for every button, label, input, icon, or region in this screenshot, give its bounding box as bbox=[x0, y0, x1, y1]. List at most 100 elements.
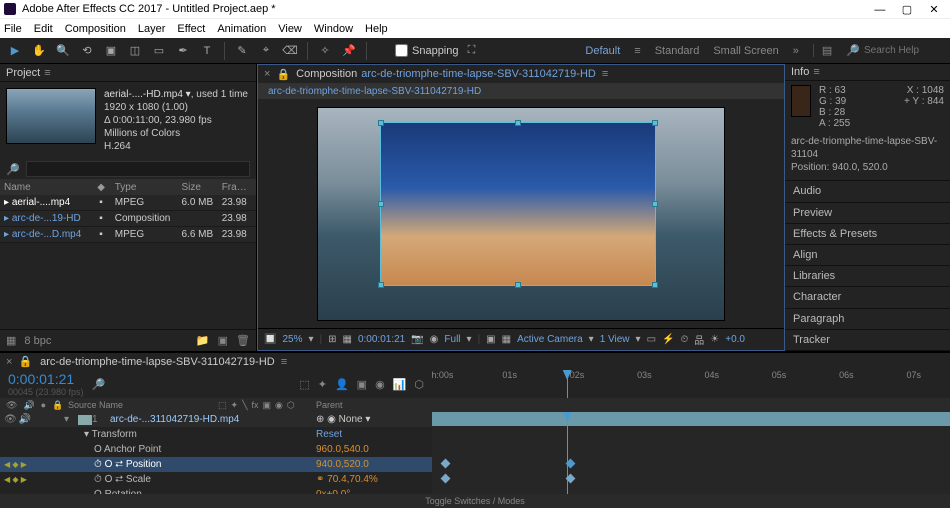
search-help-input[interactable] bbox=[864, 45, 944, 56]
pixel-aspect-icon[interactable]: ▭ bbox=[647, 334, 656, 345]
hand-tool[interactable]: ✋ bbox=[30, 42, 48, 60]
roi-icon[interactable]: ▣ bbox=[486, 334, 495, 345]
col-tag[interactable]: ◆ bbox=[91, 182, 110, 193]
clone-tool[interactable]: ⌖ bbox=[257, 42, 275, 60]
panel-audio[interactable]: Audio bbox=[785, 181, 950, 202]
menu-file[interactable]: File bbox=[4, 23, 22, 35]
panel-paragraph[interactable]: Paragraph bbox=[785, 309, 950, 330]
selected-layer[interactable] bbox=[380, 122, 656, 286]
camera-dropdown[interactable]: Active Camera bbox=[517, 334, 583, 345]
workspace-small[interactable]: Small Screen bbox=[713, 45, 778, 57]
selection-tool[interactable]: ▶ bbox=[6, 42, 24, 60]
close-button[interactable]: ✕ bbox=[922, 3, 946, 16]
lock-icon[interactable]: 🔒 bbox=[276, 68, 290, 81]
scale-row[interactable]: ◀ ◆ ▶⏱ Ŏ ⮂ Scale⚭ 70.4,70.4% bbox=[0, 472, 432, 487]
exposure-value[interactable]: +0.0 bbox=[725, 334, 745, 345]
comp-mini-flowchart-icon[interactable]: ⬚ bbox=[299, 378, 309, 391]
snap-opts-icon[interactable]: ⛶ bbox=[463, 42, 481, 60]
puppet-tool[interactable]: 📌 bbox=[340, 42, 358, 60]
col-frame[interactable]: Frame... bbox=[218, 182, 256, 193]
draft3d-icon[interactable]: ✦ bbox=[318, 378, 327, 391]
project-row[interactable]: ▸ arc-de-...D.mp4▪MPEG6.6 MB23.98 bbox=[0, 227, 256, 243]
project-row[interactable]: ▸ aerial-....mp4▪MPEG6.0 MB23.98 bbox=[0, 195, 256, 211]
flowchart-icon[interactable]: 品 bbox=[694, 332, 704, 347]
col-name[interactable]: Name bbox=[0, 182, 91, 193]
project-search-input[interactable] bbox=[26, 161, 250, 177]
timecode[interactable]: 0:00:01:21 bbox=[8, 371, 84, 387]
resolution-dropdown[interactable]: Full bbox=[444, 334, 460, 345]
keyframe[interactable] bbox=[441, 474, 451, 484]
close-tab-icon[interactable]: × bbox=[264, 68, 270, 80]
time-ruler[interactable]: h:00s 01s 02s 03s 04s 05s 06s 07s bbox=[432, 370, 950, 398]
col-size[interactable]: Size bbox=[177, 182, 217, 193]
search-icon[interactable]: 🔎 bbox=[92, 378, 106, 391]
composition-viewer[interactable] bbox=[258, 99, 784, 328]
timeline-track-area[interactable] bbox=[432, 412, 950, 494]
comp-tab-name[interactable]: arc-de-triomphe-time-lapse-SBV-311042719… bbox=[361, 68, 596, 80]
reset-exposure-icon[interactable]: ☀ bbox=[710, 334, 719, 345]
maximize-button[interactable]: ▢ bbox=[895, 3, 919, 16]
panel-libraries[interactable]: Libraries bbox=[785, 266, 950, 287]
lock-icon[interactable]: 🔒 bbox=[18, 355, 32, 368]
position-row[interactable]: ◀ ◆ ▶⏱ Ŏ ⮂ Position940.0,520.0 bbox=[0, 457, 432, 472]
brush-tool[interactable]: ✎ bbox=[233, 42, 251, 60]
workspace-standard[interactable]: Standard bbox=[655, 45, 700, 57]
col-type[interactable]: Type bbox=[111, 182, 178, 193]
frame-blend-icon[interactable]: ▣ bbox=[357, 378, 367, 391]
menu-layer[interactable]: Layer bbox=[138, 23, 166, 35]
minimize-button[interactable]: — bbox=[868, 4, 892, 16]
motion-blur-icon[interactable]: ◉ bbox=[375, 378, 385, 391]
new-folder-icon[interactable]: 📁 bbox=[196, 334, 210, 347]
menu-animation[interactable]: Animation bbox=[217, 23, 266, 35]
panel-menu-icon[interactable]: ≡ bbox=[44, 67, 50, 79]
project-row[interactable]: ▸ arc-de-...19-HD▪Composition23.98 bbox=[0, 211, 256, 227]
new-comp-icon[interactable]: ▣ bbox=[218, 334, 228, 347]
fast-preview-icon[interactable]: ⚡ bbox=[662, 334, 674, 345]
grid-icon[interactable]: ⊞ bbox=[328, 334, 336, 345]
zoom-dropdown[interactable]: 25% bbox=[282, 334, 302, 345]
menu-window[interactable]: Window bbox=[314, 23, 353, 35]
channel-icon[interactable]: ◉ bbox=[430, 334, 439, 345]
menu-edit[interactable]: Edit bbox=[34, 23, 53, 35]
timeline-icon[interactable]: ⏲ bbox=[680, 334, 688, 345]
workspace-default[interactable]: Default bbox=[585, 45, 620, 57]
mask-icon[interactable]: ▦ bbox=[343, 334, 352, 345]
panel-character[interactable]: Character bbox=[785, 287, 950, 308]
menu-composition[interactable]: Composition bbox=[65, 23, 126, 35]
keyframe[interactable] bbox=[441, 459, 451, 469]
timeline-tab-name[interactable]: arc-de-triomphe-time-lapse-SBV-311042719… bbox=[40, 356, 275, 368]
brainstorm-icon[interactable]: ⬡ bbox=[414, 378, 424, 391]
orbit-tool[interactable]: ⟲ bbox=[78, 42, 96, 60]
snapping-checkbox[interactable] bbox=[395, 44, 408, 57]
rotation-row[interactable]: Ŏ Rotation0x+0.0° bbox=[0, 487, 432, 494]
transparency-icon[interactable]: ▦ bbox=[502, 334, 511, 345]
camera-tool[interactable]: ▣ bbox=[102, 42, 120, 60]
comp-canvas[interactable] bbox=[317, 107, 725, 321]
panel-effects[interactable]: Effects & Presets bbox=[785, 224, 950, 245]
pen-tool[interactable]: ✒ bbox=[174, 42, 192, 60]
bpc-button[interactable]: 8 bpc bbox=[24, 335, 51, 347]
panel-align[interactable]: Align bbox=[785, 245, 950, 266]
magnify-icon[interactable]: 🔲 bbox=[264, 334, 276, 345]
snapshot-icon[interactable]: 📷 bbox=[411, 334, 423, 345]
close-tab-icon[interactable]: × bbox=[6, 356, 12, 368]
comp-breadcrumb[interactable]: arc-de-triomphe-time-lapse-SBV-311042719… bbox=[268, 86, 481, 97]
menu-help[interactable]: Help bbox=[365, 23, 388, 35]
toggle-switches-button[interactable]: Toggle Switches / Modes bbox=[425, 496, 525, 506]
roto-tool[interactable]: ✧ bbox=[316, 42, 334, 60]
trash-icon[interactable]: 🗑 bbox=[236, 334, 250, 347]
layer-bar[interactable] bbox=[432, 412, 950, 426]
menu-effect[interactable]: Effect bbox=[177, 23, 205, 35]
playhead[interactable] bbox=[567, 370, 568, 398]
panel-tracker[interactable]: Tracker bbox=[785, 330, 950, 351]
graph-editor-icon[interactable]: 📊 bbox=[393, 378, 407, 391]
pan-behind-tool[interactable]: ◫ bbox=[126, 42, 144, 60]
zoom-tool[interactable]: 🔍 bbox=[54, 42, 72, 60]
views-dropdown[interactable]: 1 View bbox=[600, 334, 630, 345]
rect-tool[interactable]: ▭ bbox=[150, 42, 168, 60]
interpret-icon[interactable]: ▦ bbox=[6, 334, 16, 347]
type-tool[interactable]: T bbox=[198, 42, 216, 60]
anchor-point-row[interactable]: Ŏ Anchor Point960.0,540.0 bbox=[0, 442, 432, 457]
eraser-tool[interactable]: ⌫ bbox=[281, 42, 299, 60]
time-display[interactable]: 0:00:01:21 bbox=[358, 334, 405, 345]
